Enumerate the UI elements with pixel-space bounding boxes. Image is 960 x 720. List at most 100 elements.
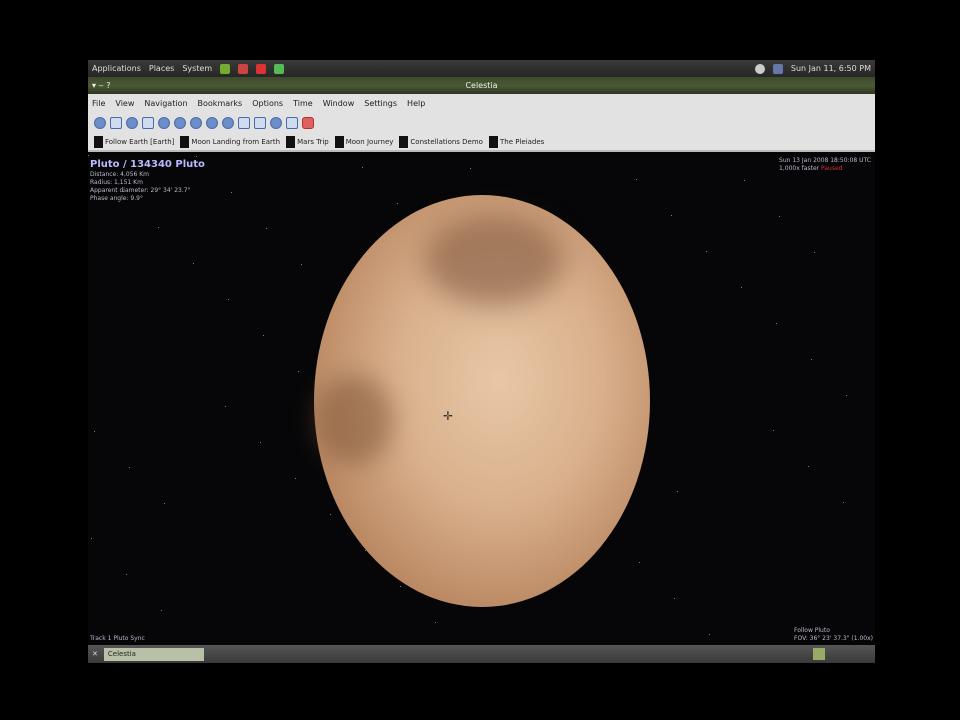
star [225, 406, 226, 407]
star [88, 155, 89, 156]
bookmark-label: Moon Journey [345, 138, 394, 146]
bookmark-item[interactable]: The Pleiades [488, 136, 545, 148]
menu-help[interactable]: Help [407, 99, 425, 108]
menu-file[interactable]: File [92, 99, 105, 108]
info-apparent-diameter: Apparent diameter: 29° 34' 23.7" [90, 187, 191, 194]
window-titlebar[interactable]: ▾ ‒ ? Celestia [88, 77, 875, 94]
follow-status: Follow Pluto [794, 627, 830, 634]
star [94, 431, 95, 432]
home-icon[interactable] [94, 117, 106, 129]
star [671, 215, 672, 216]
bookmark-icon [94, 136, 103, 148]
star [400, 586, 401, 587]
bookmark-item[interactable]: Moon Landing from Earth [180, 136, 280, 148]
star [193, 263, 194, 264]
single-view-icon[interactable] [286, 117, 298, 129]
slower-icon[interactable] [158, 117, 170, 129]
star [196, 156, 197, 157]
menu-window[interactable]: Window [323, 99, 355, 108]
workspace-switcher-icon[interactable] [813, 648, 825, 660]
menu-options[interactable]: Options [252, 99, 283, 108]
taskbar-item-celestia[interactable]: Celestia [103, 647, 204, 661]
fov-readout: FOV: 36° 23' 37.3" (1.00x) [794, 635, 873, 642]
bookmark-icon [488, 136, 498, 148]
surface-marking [314, 375, 394, 465]
desktop: Applications Places System Sun Jan 11, 6… [88, 60, 875, 663]
volume-icon[interactable] [772, 63, 783, 74]
track-info: Track 1 Pluto Sync [90, 635, 145, 642]
star [231, 192, 232, 193]
bookmark-item[interactable]: Follow Earth [Earth] [94, 136, 174, 148]
cycle-view-icon[interactable] [270, 117, 282, 129]
star [362, 167, 363, 168]
show-desktop-icon[interactable]: ✕ [92, 650, 98, 658]
bookmark-item[interactable]: Mars Trip [286, 136, 329, 148]
star [298, 371, 299, 372]
menu-time[interactable]: Time [293, 99, 313, 108]
launcher-icon[interactable] [274, 63, 285, 74]
delete-view-icon[interactable] [302, 117, 314, 129]
star [744, 180, 745, 181]
fullscreen-icon[interactable] [110, 117, 122, 129]
menu-bookmarks[interactable]: Bookmarks [198, 99, 243, 108]
star [161, 610, 162, 611]
bookmark-label: Follow Earth [Earth] [105, 138, 175, 146]
star [674, 598, 675, 599]
menubar: File View Navigation Bookmarks Options T… [88, 94, 875, 112]
star [706, 251, 707, 252]
zoom-out-icon[interactable] [142, 117, 154, 129]
celestia-3d-view[interactable]: Pluto / 134340 Pluto Distance: 4,056 Km … [88, 155, 875, 645]
firefox-icon[interactable] [238, 63, 249, 74]
bookmark-icon [334, 136, 344, 148]
object-info: Pluto / 134340 Pluto Distance: 4,056 Km … [90, 159, 205, 203]
window-title: Celestia [465, 81, 498, 90]
bookmark-label: Constellations Demo [410, 138, 483, 146]
network-icon[interactable] [754, 63, 765, 74]
star [260, 442, 261, 443]
info-phase-angle: Phase angle: 9.9° [90, 195, 143, 202]
top-panel: Applications Places System Sun Jan 11, 6… [88, 60, 875, 77]
zoom-in-icon[interactable] [126, 117, 138, 129]
bookmark-item[interactable]: Constellations Demo [399, 136, 483, 148]
split-horizontal-icon[interactable] [238, 117, 250, 129]
crosshair-icon: ✛ [443, 409, 454, 423]
menu-applications[interactable]: Applications [92, 64, 141, 73]
star [811, 359, 812, 360]
menu-settings[interactable]: Settings [364, 99, 397, 108]
date-time: Sun 13 Jan 2008 18:50:08 UTC [779, 157, 871, 164]
bookmark-label: The Pleiades [499, 138, 545, 146]
launcher-icon[interactable] [220, 63, 231, 74]
menu-system[interactable]: System [182, 64, 212, 73]
star [741, 287, 742, 288]
star [639, 562, 640, 563]
info-radius: Radius: 1,151 Km [90, 179, 143, 186]
pluto-planet[interactable] [314, 195, 650, 607]
launcher-icon[interactable] [256, 63, 267, 74]
time-rate: 1,000x faster [779, 165, 820, 172]
menu-places[interactable]: Places [149, 64, 174, 73]
faster-icon[interactable] [206, 117, 218, 129]
star [470, 168, 471, 169]
star [164, 503, 165, 504]
star [126, 574, 127, 575]
star [808, 466, 809, 467]
star [636, 179, 637, 180]
star [435, 622, 436, 623]
bookmark-item[interactable]: Moon Journey [334, 136, 394, 148]
surface-marking [424, 215, 564, 305]
star [266, 228, 267, 229]
clock[interactable]: Sun Jan 11, 6:50 PM [791, 64, 871, 73]
star [709, 634, 710, 635]
realtime-icon[interactable] [222, 117, 234, 129]
view-info: Follow Pluto FOV: 36° 23' 37.3" (1.00x) [794, 627, 873, 643]
reverse-icon[interactable] [174, 117, 186, 129]
star [843, 502, 844, 503]
menu-navigation[interactable]: Navigation [144, 99, 187, 108]
object-name: Pluto / 134340 Pluto [90, 159, 205, 170]
menu-view[interactable]: View [115, 99, 134, 108]
split-vertical-icon[interactable] [254, 117, 266, 129]
taskbar-label: Celestia [107, 650, 136, 658]
star [129, 467, 130, 468]
bookmark-icon [399, 136, 409, 148]
pause-icon[interactable] [190, 117, 202, 129]
